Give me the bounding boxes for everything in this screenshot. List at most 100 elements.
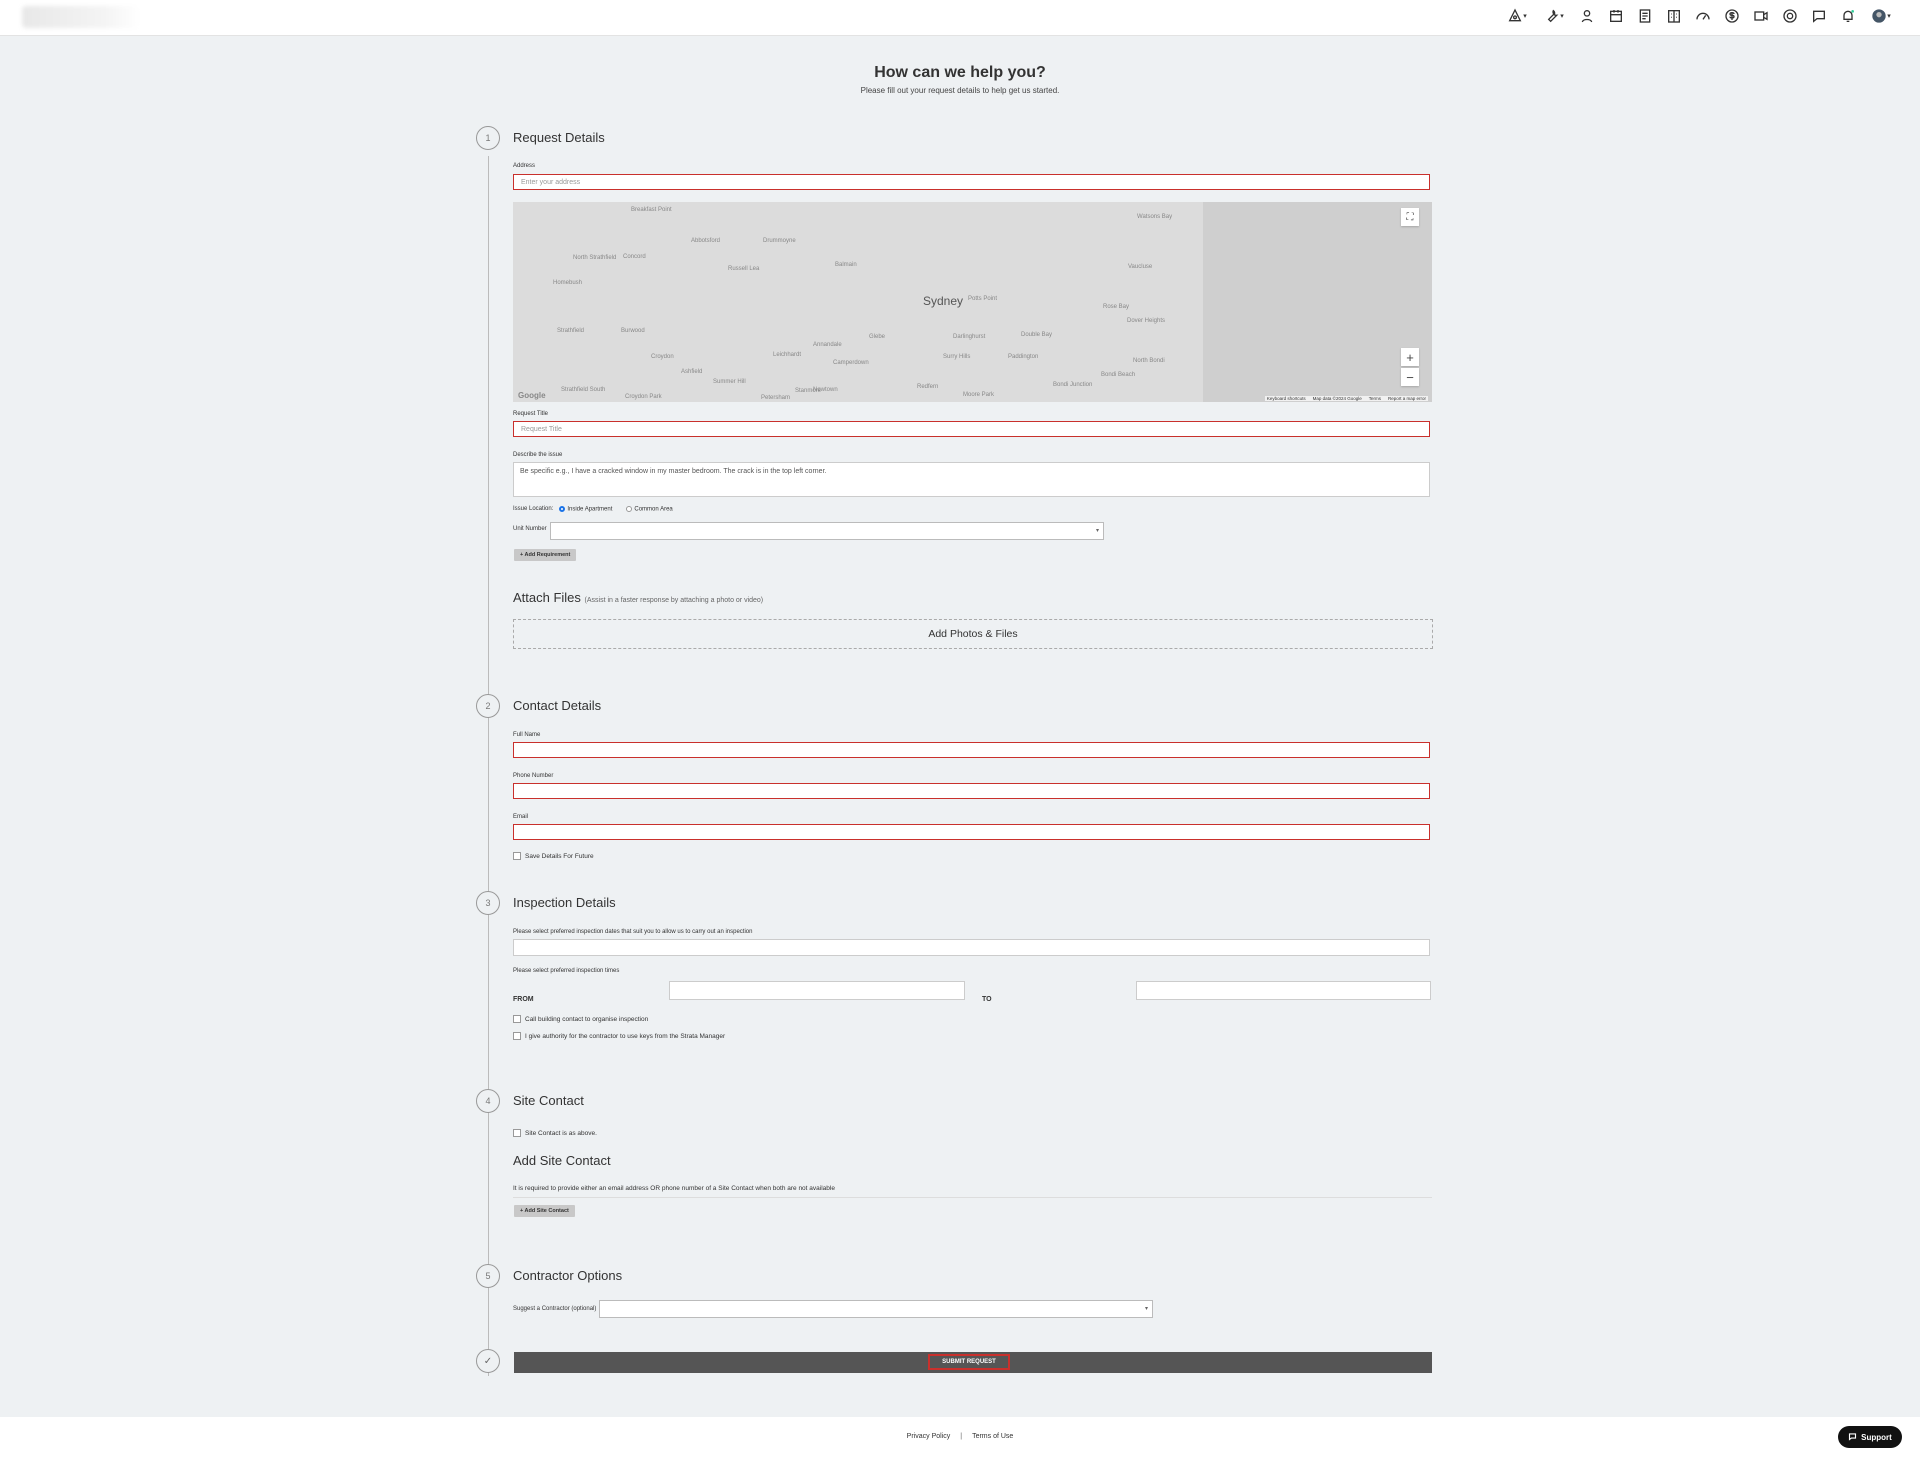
- call-building-contact-checkbox[interactable]: Call building contact to organise inspec…: [513, 1015, 648, 1023]
- attach-files-heading: Attach Files (Assist in a faster respons…: [513, 590, 763, 605]
- site-contact-note: It is required to provide either an emai…: [513, 1185, 835, 1192]
- checkmark-icon: ✓: [476, 1349, 500, 1373]
- issue-location-label: Issue Location:: [513, 506, 554, 513]
- privacy-policy-link[interactable]: Privacy Policy: [907, 1433, 951, 1440]
- video-icon[interactable]: [1752, 7, 1770, 25]
- step-4-marker: 4: [476, 1089, 500, 1113]
- map-place-label: Darlinghurst: [953, 334, 986, 340]
- profile-icon[interactable]: ▾: [1868, 7, 1894, 25]
- map-terms-link[interactable]: Terms: [1369, 396, 1381, 401]
- map-place-label: Surry Hills: [943, 354, 971, 360]
- full-name-input[interactable]: [513, 742, 1430, 758]
- support-label: Support: [1861, 1432, 1892, 1442]
- radio-inside-apartment[interactable]: Inside Apartment: [559, 506, 612, 513]
- from-time-input[interactable]: [669, 981, 965, 1000]
- radio-unselected-icon: [626, 506, 633, 512]
- map-place-label: Potts Point: [968, 296, 998, 302]
- toolbar-icons: ▾ ▾ ▾: [1504, 7, 1894, 25]
- map-place-label: Redfern: [917, 384, 939, 390]
- bell-icon[interactable]: [1839, 7, 1857, 25]
- building-icon[interactable]: [1665, 7, 1683, 25]
- inspection-times-label: Please select preferred inspection times: [513, 968, 620, 974]
- describe-issue-textarea[interactable]: Be specific e.g., I have a cracked windo…: [513, 462, 1430, 497]
- map-place-label: Abbotsford: [691, 238, 721, 244]
- email-label: Email: [513, 814, 529, 820]
- radio-label: Common Area: [634, 506, 673, 513]
- map-place-label: Homebush: [553, 280, 583, 286]
- wrench-icon[interactable]: ▾: [1541, 7, 1567, 25]
- lifebuoy-icon[interactable]: [1781, 7, 1799, 25]
- radio-label: Inside Apartment: [567, 506, 613, 513]
- address-input[interactable]: Enter your address: [513, 174, 1430, 190]
- report-map-error-link[interactable]: Report a map error: [1388, 396, 1426, 401]
- page-subtitle: Please fill out your request details to …: [860, 86, 1060, 95]
- tools-icon[interactable]: ▾: [1504, 7, 1530, 25]
- phone-number-input[interactable]: [513, 783, 1430, 799]
- support-button[interactable]: Support: [1838, 1426, 1902, 1448]
- email-input[interactable]: [513, 824, 1430, 840]
- map-zoom-out-button[interactable]: −: [1401, 368, 1419, 386]
- map-place-label: Leichhardt: [773, 352, 802, 358]
- top-navigation-bar: ▾ ▾ ▾: [0, 0, 1920, 36]
- map-place-label: Concord: [623, 254, 646, 260]
- gauge-icon[interactable]: [1694, 7, 1712, 25]
- keyboard-shortcuts-link[interactable]: Keyboard shortcuts: [1267, 396, 1306, 401]
- step-1-marker: 1: [476, 126, 500, 150]
- save-details-label: Save Details For Future: [525, 852, 594, 860]
- map-place-label: Annandale: [813, 342, 842, 348]
- map-place-label: Double Bay: [1021, 332, 1053, 338]
- map-place-label: Croydon Park: [625, 394, 662, 400]
- to-time-input[interactable]: [1136, 981, 1431, 1000]
- to-label: TO: [982, 996, 992, 1003]
- map-city-label: Sydney: [923, 294, 964, 308]
- describe-issue-label: Describe the issue: [513, 452, 563, 458]
- contractor-options-heading: Contractor Options: [513, 1268, 623, 1283]
- dollar-icon[interactable]: [1723, 7, 1741, 25]
- map-fullscreen-button[interactable]: ⛶: [1401, 208, 1419, 226]
- checkbox-icon: [513, 1015, 521, 1023]
- checkbox-icon: [513, 1129, 521, 1137]
- document-icon[interactable]: [1636, 7, 1654, 25]
- contact-details-heading: Contact Details: [513, 698, 602, 713]
- map-place-label: Dover Heights: [1127, 318, 1166, 324]
- suggest-contractor-select[interactable]: ▾: [599, 1300, 1153, 1318]
- request-title-input[interactable]: Request Title: [513, 421, 1430, 437]
- inspection-dates-input[interactable]: [513, 939, 1430, 956]
- unit-number-select[interactable]: ▾: [550, 522, 1104, 540]
- radio-common-area[interactable]: Common Area: [626, 506, 673, 513]
- chat-icon[interactable]: [1810, 7, 1828, 25]
- unit-number-label: Unit Number: [513, 526, 547, 532]
- map-attribution: Keyboard shortcuts Map data ©2024 Google…: [1264, 396, 1428, 401]
- map-place-label: Bondi Beach: [1101, 372, 1136, 378]
- map-place-label: Petersham: [761, 395, 791, 401]
- site-contact-same-checkbox[interactable]: Site Contact is as above.: [513, 1129, 597, 1137]
- company-logo[interactable]: [22, 6, 140, 28]
- suggest-contractor-label: Suggest a Contractor (optional): [513, 1306, 597, 1312]
- save-details-checkbox[interactable]: Save Details For Future: [513, 852, 594, 860]
- request-form-page: How can we help you? Please fill out you…: [0, 36, 1920, 1416]
- map-place-label: Stanmore: [795, 388, 822, 394]
- map-place-label: Strathfield South: [561, 387, 606, 393]
- map-place-label: Russell Lea: [728, 266, 760, 272]
- map-place-label: Moore Park: [963, 392, 995, 398]
- footer-links: Privacy Policy | Terms of Use: [0, 1433, 1920, 1440]
- map-place-label: North Bondi: [1133, 358, 1165, 364]
- add-site-contact-button[interactable]: + Add Site Contact: [514, 1205, 575, 1217]
- submit-request-button[interactable]: SUBMIT REQUEST: [928, 1354, 1010, 1370]
- terms-of-use-link[interactable]: Terms of Use: [972, 1433, 1013, 1440]
- site-contact-same-label: Site Contact is as above.: [525, 1129, 597, 1137]
- contractor-icon[interactable]: [1578, 7, 1596, 25]
- map-place-label: Bondi Junction: [1053, 382, 1093, 388]
- section-divider: [513, 1197, 1432, 1198]
- map[interactable]: Sydney Breakfast Point Drummoyne Abbotsf…: [513, 202, 1432, 402]
- key-authority-checkbox[interactable]: I give authority for the contractor to u…: [513, 1032, 725, 1040]
- key-authority-label: I give authority for the contractor to u…: [525, 1032, 726, 1040]
- map-place-label: Strathfield: [557, 328, 585, 334]
- map-zoom-in-button[interactable]: +: [1401, 348, 1419, 366]
- add-requirement-button[interactable]: + Add Requirement: [514, 549, 577, 561]
- map-place-label: Breakfast Point: [631, 207, 672, 213]
- full-name-label: Full Name: [513, 732, 541, 738]
- footer: Privacy Policy | Terms of Use Support: [0, 1417, 1920, 1457]
- add-photos-files-dropzone[interactable]: Add Photos & Files: [513, 619, 1433, 649]
- calendar-icon[interactable]: [1607, 7, 1625, 25]
